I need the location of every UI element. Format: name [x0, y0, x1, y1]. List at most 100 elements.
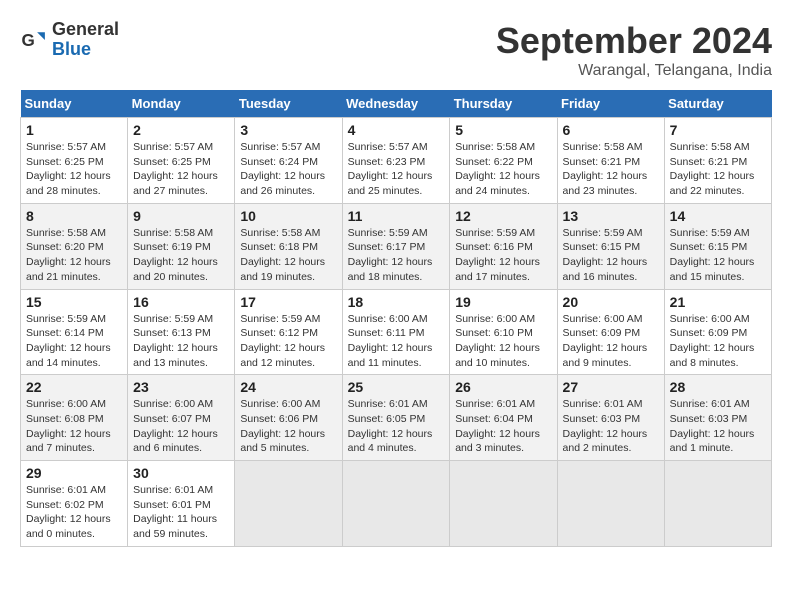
day-info: Sunrise: 5:58 AM Sunset: 6:21 PM Dayligh… [563, 140, 659, 199]
day-info: Sunrise: 5:59 AM Sunset: 6:16 PM Dayligh… [455, 226, 551, 285]
calendar-table: SundayMondayTuesdayWednesdayThursdayFrid… [20, 90, 772, 547]
logo-general-text: General [52, 20, 119, 40]
calendar-cell [235, 461, 342, 547]
day-info: Sunrise: 6:00 AM Sunset: 6:09 PM Dayligh… [670, 312, 766, 371]
day-number: 29 [26, 465, 122, 481]
calendar-cell: 13Sunrise: 5:59 AM Sunset: 6:15 PM Dayli… [557, 203, 664, 289]
calendar-cell [342, 461, 450, 547]
calendar-cell [557, 461, 664, 547]
col-header-sunday: Sunday [21, 90, 128, 118]
svg-text:G: G [22, 31, 35, 50]
day-number: 14 [670, 208, 766, 224]
day-info: Sunrise: 5:58 AM Sunset: 6:21 PM Dayligh… [670, 140, 766, 199]
calendar-cell: 5 Sunrise: 5:58 AM Sunset: 6:22 PM Daylig… [450, 118, 557, 204]
day-number: 17 [240, 294, 336, 310]
day-info: Sunrise: 6:01 AM Sunset: 6:01 PM Dayligh… [133, 483, 229, 542]
week-row-4: 22 Sunrise: 6:00 AM Sunset: 6:08 PM Dayli… [21, 375, 772, 461]
logo-icon: G [20, 26, 48, 54]
day-number: 26 [455, 379, 551, 395]
calendar-cell: 4Sunrise: 5:57 AM Sunset: 6:23 PM Daylig… [342, 118, 450, 204]
col-header-friday: Friday [557, 90, 664, 118]
day-info: Sunrise: 5:57 AM Sunset: 6:24 PM Dayligh… [240, 140, 336, 199]
calendar-cell: 17 Sunrise: 5:59 AM Sunset: 6:12 PM Dayli… [235, 289, 342, 375]
calendar-cell: 22 Sunrise: 6:00 AM Sunset: 6:08 PM Dayli… [21, 375, 128, 461]
week-row-5: 29 Sunrise: 6:01 AM Sunset: 6:02 PM Dayli… [21, 461, 772, 547]
calendar-cell: 7 Sunrise: 5:58 AM Sunset: 6:21 PM Daylig… [664, 118, 771, 204]
day-number: 24 [240, 379, 336, 395]
day-info: Sunrise: 5:57 AM Sunset: 6:25 PM Dayligh… [133, 140, 229, 199]
col-header-thursday: Thursday [450, 90, 557, 118]
day-number: 7 [670, 122, 766, 138]
day-info: Sunrise: 5:57 AM Sunset: 6:25 PM Dayligh… [26, 140, 122, 199]
day-info: Sunrise: 6:00 AM Sunset: 6:08 PM Dayligh… [26, 397, 122, 456]
day-info: Sunrise: 5:59 AM Sunset: 6:13 PM Dayligh… [133, 312, 229, 371]
logo-blue-text: Blue [52, 40, 119, 60]
page-header: G General Blue September 2024 Warangal, … [20, 20, 772, 80]
calendar-cell [664, 461, 771, 547]
day-number: 12 [455, 208, 551, 224]
day-number: 25 [348, 379, 445, 395]
day-number: 13 [563, 208, 659, 224]
day-number: 11 [348, 208, 445, 224]
calendar-cell: 6 Sunrise: 5:58 AM Sunset: 6:21 PM Daylig… [557, 118, 664, 204]
calendar-cell: 1 Sunrise: 5:57 AM Sunset: 6:25 PM Daylig… [21, 118, 128, 204]
week-row-3: 15Sunrise: 5:59 AM Sunset: 6:14 PM Dayli… [21, 289, 772, 375]
day-number: 22 [26, 379, 122, 395]
location: Warangal, Telangana, India [496, 62, 772, 80]
col-header-tuesday: Tuesday [235, 90, 342, 118]
day-number: 9 [133, 208, 229, 224]
day-info: Sunrise: 6:00 AM Sunset: 6:11 PM Dayligh… [348, 312, 445, 371]
day-number: 8 [26, 208, 122, 224]
day-number: 16 [133, 294, 229, 310]
calendar-cell: 28Sunrise: 6:01 AM Sunset: 6:03 PM Dayli… [664, 375, 771, 461]
calendar-cell: 21 Sunrise: 6:00 AM Sunset: 6:09 PM Dayli… [664, 289, 771, 375]
day-number: 4 [348, 122, 445, 138]
day-number: 3 [240, 122, 336, 138]
logo: G General Blue [20, 20, 119, 60]
week-row-1: 1 Sunrise: 5:57 AM Sunset: 6:25 PM Daylig… [21, 118, 772, 204]
day-number: 27 [563, 379, 659, 395]
day-info: Sunrise: 5:58 AM Sunset: 6:22 PM Dayligh… [455, 140, 551, 199]
calendar-cell: 12 Sunrise: 5:59 AM Sunset: 6:16 PM Dayli… [450, 203, 557, 289]
day-info: Sunrise: 5:59 AM Sunset: 6:17 PM Dayligh… [348, 226, 445, 285]
day-number: 19 [455, 294, 551, 310]
calendar-cell: 25 Sunrise: 6:01 AM Sunset: 6:05 PM Dayli… [342, 375, 450, 461]
day-info: Sunrise: 5:58 AM Sunset: 6:18 PM Dayligh… [240, 226, 336, 285]
calendar-cell: 9 Sunrise: 5:58 AM Sunset: 6:19 PM Daylig… [128, 203, 235, 289]
calendar-cell: 16 Sunrise: 5:59 AM Sunset: 6:13 PM Dayli… [128, 289, 235, 375]
day-number: 15 [26, 294, 122, 310]
col-header-wednesday: Wednesday [342, 90, 450, 118]
day-info: Sunrise: 5:59 AM Sunset: 6:12 PM Dayligh… [240, 312, 336, 371]
day-info: Sunrise: 6:01 AM Sunset: 6:03 PM Dayligh… [563, 397, 659, 456]
header-row: SundayMondayTuesdayWednesdayThursdayFrid… [21, 90, 772, 118]
week-row-2: 8Sunrise: 5:58 AM Sunset: 6:20 PM Daylig… [21, 203, 772, 289]
calendar-cell: 19 Sunrise: 6:00 AM Sunset: 6:10 PM Dayli… [450, 289, 557, 375]
calendar-cell: 30 Sunrise: 6:01 AM Sunset: 6:01 PM Dayli… [128, 461, 235, 547]
calendar-cell: 23 Sunrise: 6:00 AM Sunset: 6:07 PM Dayli… [128, 375, 235, 461]
calendar-cell: 2 Sunrise: 5:57 AM Sunset: 6:25 PM Daylig… [128, 118, 235, 204]
day-number: 28 [670, 379, 766, 395]
day-number: 1 [26, 122, 122, 138]
calendar-cell: 18 Sunrise: 6:00 AM Sunset: 6:11 PM Dayli… [342, 289, 450, 375]
day-info: Sunrise: 6:01 AM Sunset: 6:05 PM Dayligh… [348, 397, 445, 456]
day-number: 2 [133, 122, 229, 138]
day-number: 18 [348, 294, 445, 310]
day-info: Sunrise: 6:01 AM Sunset: 6:04 PM Dayligh… [455, 397, 551, 456]
day-number: 5 [455, 122, 551, 138]
day-number: 23 [133, 379, 229, 395]
day-number: 21 [670, 294, 766, 310]
col-header-monday: Monday [128, 90, 235, 118]
day-info: Sunrise: 5:58 AM Sunset: 6:19 PM Dayligh… [133, 226, 229, 285]
day-info: Sunrise: 6:00 AM Sunset: 6:07 PM Dayligh… [133, 397, 229, 456]
day-info: Sunrise: 5:59 AM Sunset: 6:15 PM Dayligh… [670, 226, 766, 285]
calendar-cell: 11 Sunrise: 5:59 AM Sunset: 6:17 PM Dayli… [342, 203, 450, 289]
day-number: 6 [563, 122, 659, 138]
day-number: 10 [240, 208, 336, 224]
day-info: Sunrise: 6:00 AM Sunset: 6:10 PM Dayligh… [455, 312, 551, 371]
calendar-cell: 14 Sunrise: 5:59 AM Sunset: 6:15 PM Dayli… [664, 203, 771, 289]
month-title: September 2024 [496, 20, 772, 62]
day-number: 20 [563, 294, 659, 310]
day-number: 30 [133, 465, 229, 481]
day-info: Sunrise: 6:01 AM Sunset: 6:02 PM Dayligh… [26, 483, 122, 542]
calendar-cell: 3 Sunrise: 5:57 AM Sunset: 6:24 PM Daylig… [235, 118, 342, 204]
